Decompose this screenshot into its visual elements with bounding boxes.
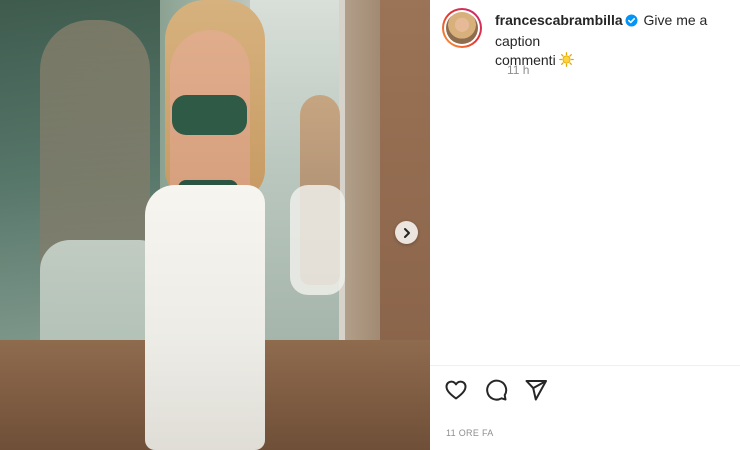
time-ago[interactable]: 11 h (507, 63, 529, 77)
photo-mirror-towel (290, 185, 345, 295)
instagram-post: francescabrambilla Give me a caption comm… (0, 0, 740, 450)
photo-towel (145, 185, 265, 450)
caption-row: francescabrambilla Give me a caption comm… (442, 8, 740, 77)
sun-emoji-icon (558, 52, 574, 72)
caption: francescabrambilla Give me a caption comm… (495, 11, 740, 72)
verified-badge-icon (625, 13, 638, 32)
avatar-ring (444, 10, 480, 46)
avatar-photo (446, 12, 478, 44)
comment-bubble-icon (486, 379, 508, 401)
comment-button[interactable] (484, 378, 510, 404)
paper-plane-icon (525, 380, 547, 401)
avatar[interactable] (442, 8, 482, 48)
chevron-right-icon (403, 227, 410, 238)
photo-door (380, 0, 430, 360)
heart-icon (445, 380, 467, 400)
post-photo[interactable] (0, 0, 430, 450)
divider (430, 365, 740, 366)
like-button[interactable] (444, 378, 470, 404)
next-photo-button[interactable] (395, 221, 418, 244)
share-button[interactable] (524, 378, 550, 404)
photo-garment-top (172, 95, 247, 135)
post-side-panel: francescabrambilla Give me a caption comm… (430, 0, 740, 450)
username-link[interactable]: francescabrambilla (495, 12, 623, 28)
post-date[interactable]: 11 ORE FA (446, 428, 494, 438)
